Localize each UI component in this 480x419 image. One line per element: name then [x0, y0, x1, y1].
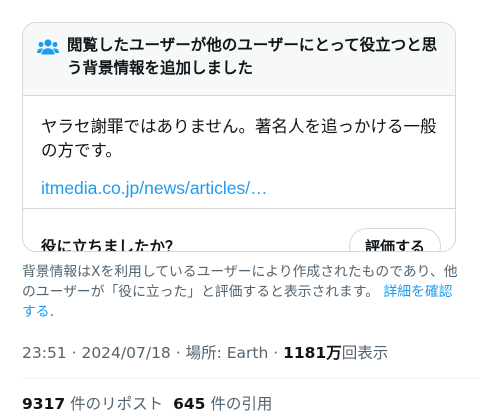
reposts-label: 件のリポスト — [70, 395, 164, 413]
quotes-stat[interactable]: 645 件の引用 — [173, 395, 272, 413]
views-label: 回表示 — [341, 344, 389, 362]
reposts-stat[interactable]: 9317 件のリポスト — [22, 395, 163, 413]
post-location: 場所: Earth — [185, 344, 269, 362]
community-note-card: 閲覧したユーザーが他のユーザーにとって役立つと思う背景情報を追加しました ヤラセ… — [22, 22, 456, 252]
quotes-count: 645 — [173, 395, 206, 413]
post-time[interactable]: 23:51 — [22, 344, 67, 362]
post-metadata: 23:51 · 2024/07/18 · 場所: Earth · 1181万回表… — [22, 341, 388, 363]
rate-button[interactable]: 評価する — [349, 228, 441, 251]
people-icon — [37, 39, 59, 55]
meta-separator: · — [170, 344, 186, 362]
views-count: 1181万 — [283, 344, 342, 362]
note-source-link[interactable]: itmedia.co.jp/news/articles/… — [41, 178, 268, 199]
note-body-text: ヤラセ謝罪ではありません。著名人を追っかける一般の方です。 — [41, 117, 437, 160]
meta-separator: · — [66, 344, 82, 362]
reposts-count: 9317 — [22, 395, 66, 413]
note-footnote: 背景情報はXを利用しているユーザーにより作成されたものであり、他のユーザーが「役… — [22, 262, 462, 322]
stats-divider — [22, 378, 480, 379]
post-date[interactable]: 2024/07/18 — [81, 344, 170, 362]
note-divider — [23, 208, 455, 209]
note-header: 閲覧したユーザーが他のユーザーにとって役立つと思う背景情報を追加しました — [23, 23, 455, 96]
post-stats: 9317 件のリポスト 645 件の引用 — [22, 392, 272, 414]
helpful-question: 役に立ちましたか？ — [41, 238, 181, 252]
footnote-period: . — [49, 304, 54, 320]
note-title: 閲覧したユーザーが他のユーザーにとって役立つと思う背景情報を追加しました — [67, 36, 438, 77]
quotes-label: 件の引用 — [210, 395, 273, 413]
meta-separator: · — [268, 344, 284, 362]
